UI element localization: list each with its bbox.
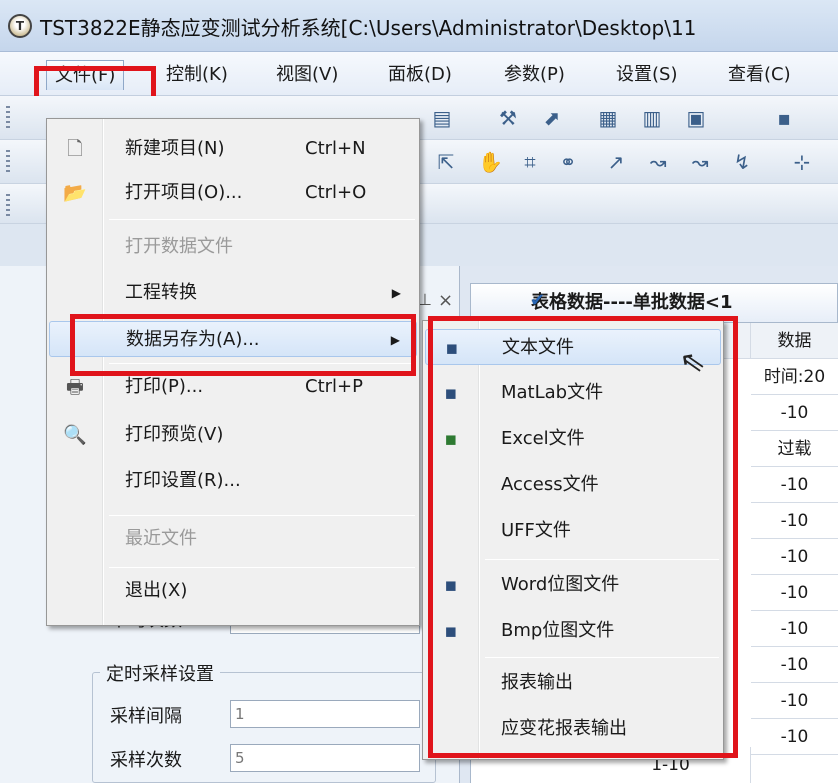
export-icon[interactable]: ⬈ [540, 106, 564, 130]
highlight-box-submenu [428, 316, 738, 758]
table-cell: -10 [751, 611, 838, 647]
pin-icon[interactable]: ⊥ [418, 290, 432, 309]
menu-item-exit[interactable]: 退出(X) [49, 573, 417, 609]
menu-settings[interactable]: 设置(S) [608, 60, 685, 90]
menu-separator [109, 515, 415, 516]
table-cell: -10 [751, 467, 838, 503]
sampling-count-field[interactable]: 5 [230, 744, 420, 772]
table-cell: 过载 [751, 431, 838, 467]
link-icon[interactable]: ⚭ [556, 150, 580, 174]
sampling-count-label: 采样次数 [110, 750, 182, 771]
hand-icon[interactable]: ✋ [478, 150, 503, 174]
menu-item-label: 新建项目(N) [125, 138, 225, 159]
new-file-icon: 🗋 [67, 138, 83, 160]
submenu-arrow-icon: ▶ [391, 286, 401, 300]
sampling-interval-label: 采样间隔 [110, 706, 182, 727]
menu-check[interactable]: 查看(C) [720, 60, 799, 90]
menu-item-shortcut: Ctrl+O [305, 182, 367, 203]
menu-item-label: 打开数据文件 [125, 236, 233, 257]
toolbar-grip[interactable] [6, 150, 10, 174]
table-cell: 时间:20 [751, 359, 838, 395]
menu-item-project-convert[interactable]: 工程转换 ▶ [49, 275, 417, 311]
menu-item-print-preview[interactable]: 🔍 打印预览(V) [49, 417, 417, 453]
toolbar-grip[interactable] [6, 194, 10, 218]
menu-item-label: 退出(X) [125, 580, 188, 601]
curve-icon[interactable]: ↯ [730, 150, 754, 174]
crop-icon[interactable]: ⌗ [518, 150, 542, 174]
menu-item-label: 最近文件 [125, 528, 197, 549]
highlight-box-save-as [70, 314, 416, 376]
curve-icon[interactable]: ↗ [604, 150, 628, 174]
chart-icon[interactable]: ▦ [596, 106, 620, 130]
menu-item-open-data-file[interactable]: 打开数据文件 [49, 229, 417, 265]
title-bar: T TST3822E静态应变测试分析系统[C:\Users\Administra… [0, 0, 838, 52]
group-title: 定时采样设置 [100, 660, 220, 686]
menu-control[interactable]: 控制(K) [158, 60, 236, 90]
table-cell: -10 [751, 539, 838, 575]
window-icon[interactable]: ▣ [684, 106, 708, 130]
select-icon[interactable]: ⇱ [434, 150, 458, 174]
menu-item-new-project[interactable]: 🗋 新建项目(N) Ctrl+N [49, 131, 417, 167]
save-toolbar-icon[interactable]: ▪ [772, 106, 796, 130]
menu-item-label: 打印预览(V) [125, 424, 224, 445]
table-cell: -10 [751, 503, 838, 539]
menu-item-label: 打开项目(O)... [125, 182, 243, 203]
menu-item-shortcut: Ctrl+N [305, 138, 366, 159]
app-icon: T [8, 14, 32, 38]
table-cell: -10 [751, 647, 838, 683]
sampling-interval-field[interactable]: 1 [230, 700, 420, 728]
printer-icon: 🖶 [66, 376, 84, 398]
menu-item-recent-files[interactable]: 最近文件 [49, 521, 417, 557]
menu-item-label: 工程转换 [125, 282, 197, 303]
close-icon[interactable]: × [438, 290, 453, 311]
tools-icon[interactable]: ⚒ [496, 106, 520, 130]
menu-item-open-project[interactable]: 📂 打开项目(O)... Ctrl+O [49, 175, 417, 211]
curve-icon[interactable]: ↝ [646, 150, 670, 174]
menu-parameters[interactable]: 参数(P) [496, 60, 573, 90]
menu-item-print-setup[interactable]: 打印设置(R)... [49, 463, 417, 499]
table-cell: -10 [751, 719, 838, 755]
cursor-tool-icon[interactable]: ⊹ [790, 150, 814, 174]
menu-panel[interactable]: 面板(D) [380, 60, 460, 90]
grid-icon[interactable]: ▤ [430, 106, 454, 130]
menu-view[interactable]: 视图(V) [268, 60, 346, 90]
table-cell: -10 [751, 575, 838, 611]
check-icon: ✔ [530, 290, 546, 311]
menu-separator [109, 567, 415, 568]
menu-separator [109, 219, 415, 220]
curve-icon[interactable]: ↝ [688, 150, 712, 174]
table-cell: -10 [751, 395, 838, 431]
table-icon[interactable]: ▥ [640, 106, 664, 130]
toolbar-grip[interactable] [6, 106, 10, 130]
table-cell: -10 [751, 683, 838, 719]
print-preview-icon: 🔍 [63, 424, 87, 446]
menu-item-label: 打印设置(R)... [125, 470, 241, 491]
open-folder-icon: 📂 [63, 182, 87, 204]
grid-column-header: 数据 [751, 323, 838, 359]
window-title: TST3822E静态应变测试分析系统[C:\Users\Administrato… [40, 16, 697, 40]
